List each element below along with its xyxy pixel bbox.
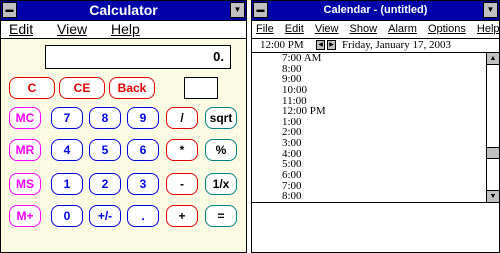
clear-entry-button[interactable]: CE <box>59 77 105 99</box>
memory-store-button[interactable]: MS <box>9 173 41 195</box>
calendar-title: Calendar - (untitled) <box>323 4 428 16</box>
calculator-title: Calculator <box>89 2 158 18</box>
current-date: Friday, January 17, 2003 <box>342 39 451 51</box>
calculator-menu-bar: Edit View Help <box>1 21 246 39</box>
digit-1-button[interactable]: 1 <box>51 173 83 195</box>
time-slot[interactable]: 8:00 <box>252 191 486 202</box>
scrollbar-thumb[interactable] <box>487 147 499 159</box>
arrow-down-icon[interactable]: ▼ <box>487 190 499 202</box>
sign-toggle-button[interactable]: +/- <box>89 205 121 227</box>
multiply-button[interactable]: * <box>166 139 198 161</box>
menu-help[interactable]: Help <box>477 21 500 38</box>
calendar-title-bar[interactable]: ▬ Calendar - (untitled) ▼ <box>252 1 499 21</box>
menu-show[interactable]: Show <box>350 21 378 38</box>
calendar-menu-bar: File Edit View Show Alarm Options Help <box>252 21 500 39</box>
percent-button[interactable]: % <box>205 139 237 161</box>
reciprocal-button[interactable]: 1/x <box>205 173 237 195</box>
minimize-arrow-icon[interactable]: ▼ <box>230 2 245 18</box>
vertical-scrollbar[interactable]: ▲ ▼ <box>486 53 499 202</box>
menu-edit[interactable]: Edit <box>9 21 33 38</box>
calculator-display: 0. <box>45 45 231 69</box>
square-root-button[interactable]: sqrt <box>205 107 237 129</box>
calculator-keypad-area: 0. C CE Back MC 7 8 9 / sqrt MR 4 5 6 * … <box>1 39 246 252</box>
time-slot[interactable]: 10:00 <box>252 85 486 96</box>
digit-4-button[interactable]: 4 <box>51 139 83 161</box>
add-button[interactable]: + <box>166 205 198 227</box>
digit-9-button[interactable]: 9 <box>127 107 159 129</box>
memory-clear-button[interactable]: MC <box>9 107 41 129</box>
menu-options[interactable]: Options <box>428 21 466 38</box>
backspace-button[interactable]: Back <box>109 77 155 99</box>
digit-2-button[interactable]: 2 <box>89 173 121 195</box>
menu-file[interactable]: File <box>256 21 274 38</box>
divide-button[interactable]: / <box>166 107 198 129</box>
system-menu-icon[interactable]: ▬ <box>253 2 268 18</box>
system-menu-icon[interactable]: ▬ <box>2 2 17 18</box>
digit-5-button[interactable]: 5 <box>89 139 121 161</box>
notes-area[interactable] <box>252 202 499 252</box>
calculator-window: ▬ Calculator ▼ Edit View Help 0. C CE Ba… <box>0 0 247 253</box>
decimal-point-button[interactable]: . <box>127 205 159 227</box>
digit-8-button[interactable]: 8 <box>89 107 121 129</box>
memory-add-button[interactable]: M+ <box>9 205 41 227</box>
digit-7-button[interactable]: 7 <box>51 107 83 129</box>
menu-help[interactable]: Help <box>111 21 140 38</box>
calculator-title-bar[interactable]: ▬ Calculator ▼ <box>1 1 246 21</box>
menu-view[interactable]: View <box>57 21 87 38</box>
arrow-left-icon[interactable]: ◀ <box>316 40 325 50</box>
time-slot[interactable]: 6:00 <box>252 170 486 181</box>
menu-alarm[interactable]: Alarm <box>388 21 417 38</box>
calendar-window: ▬ Calendar - (untitled) ▼ File Edit View… <box>251 0 500 253</box>
arrow-up-icon[interactable]: ▲ <box>487 53 499 65</box>
appointment-list[interactable]: 7:00 AM 8:00 9:00 10:00 11:00 12:00 PM 1… <box>252 53 486 202</box>
menu-view[interactable]: View <box>315 21 339 38</box>
minimize-arrow-icon[interactable]: ▼ <box>483 2 498 18</box>
current-time: 12:00 PM <box>260 39 304 51</box>
memory-indicator <box>184 77 218 99</box>
subtract-button[interactable]: - <box>166 173 198 195</box>
equals-button[interactable]: = <box>205 205 237 227</box>
digit-3-button[interactable]: 3 <box>127 173 159 195</box>
calendar-status-bar: 12:00 PM ◀ ▶ Friday, January 17, 2003 <box>252 39 499 53</box>
clear-button[interactable]: C <box>9 77 55 99</box>
digit-6-button[interactable]: 6 <box>127 139 159 161</box>
arrow-right-icon[interactable]: ▶ <box>327 40 336 50</box>
menu-edit[interactable]: Edit <box>285 21 304 38</box>
digit-0-button[interactable]: 0 <box>51 205 83 227</box>
memory-recall-button[interactable]: MR <box>9 139 41 161</box>
